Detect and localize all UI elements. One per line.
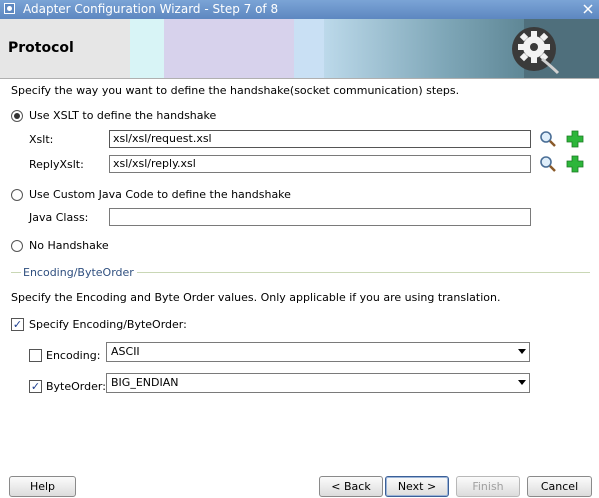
cancel-button[interactable]: Cancel: [527, 476, 592, 497]
xsl-search-icon[interactable]: [539, 130, 557, 148]
xslt-option-label[interactable]: Use XSLT to define the handshake: [29, 109, 216, 122]
reply-xsl-search-icon[interactable]: [539, 155, 557, 173]
encoding-checkbox[interactable]: [29, 349, 42, 362]
binary-decoration: [390, 41, 470, 55]
next-button[interactable]: Next >: [385, 476, 449, 497]
back-button[interactable]: < Back: [319, 476, 383, 497]
help-button[interactable]: Help: [9, 476, 76, 497]
window-title-bar[interactable]: Adapter Configuration Wizard - Step 7 of…: [0, 0, 599, 19]
java-class-label: Java Class:: [29, 211, 89, 224]
section-divider-right: [137, 272, 590, 273]
no-handshake-radio[interactable]: [11, 240, 23, 252]
encoding-description: Specify the Encoding and Byte Order valu…: [11, 291, 501, 304]
byteorder-checkbox[interactable]: ✓: [29, 380, 42, 393]
byteorder-label[interactable]: ByteOrder:: [46, 380, 106, 393]
xsl-input[interactable]: xsl/xsl/request.xsl: [109, 130, 531, 148]
gear-plug-icon: [508, 23, 560, 75]
no-handshake-label[interactable]: No Handshake: [29, 239, 109, 252]
byteorder-select-value: BIG_ENDIAN: [111, 376, 179, 389]
encoding-label[interactable]: Encoding:: [46, 349, 100, 362]
section-divider-left: [11, 272, 21, 273]
reply-xsl-add-icon[interactable]: [566, 155, 584, 173]
chevron-down-icon[interactable]: [518, 380, 526, 385]
reply-xsl-input[interactable]: xsl/xsl/reply.xsl: [109, 155, 531, 173]
reply-xsl-label: ReplyXslt:: [29, 158, 84, 171]
specify-encoding-checkbox[interactable]: ✓: [11, 318, 24, 331]
byteorder-select[interactable]: BIG_ENDIAN: [106, 373, 530, 393]
xsl-label: Xslt:: [29, 133, 54, 146]
instruction-text: Specify the way you want to define the h…: [11, 84, 460, 97]
specify-encoding-label[interactable]: Specify Encoding/ByteOrder:: [29, 318, 187, 331]
window-title: Adapter Configuration Wizard - Step 7 of…: [23, 2, 279, 16]
java-radio[interactable]: [11, 189, 23, 201]
xsl-add-icon[interactable]: [566, 130, 584, 148]
encoding-section-title: Encoding/ByteOrder: [23, 266, 134, 279]
encoding-select[interactable]: ASCII: [106, 342, 530, 362]
page-title: Protocol: [8, 40, 74, 56]
java-class-input[interactable]: [109, 208, 531, 226]
xslt-radio[interactable]: [11, 110, 23, 122]
chevron-down-icon[interactable]: [518, 349, 526, 354]
close-icon[interactable]: [582, 3, 594, 15]
finish-button: Finish: [456, 476, 520, 497]
java-option-label[interactable]: Use Custom Java Code to define the hands…: [29, 188, 291, 201]
encoding-select-value: ASCII: [111, 345, 140, 358]
window-menu-icon[interactable]: [4, 3, 15, 14]
wizard-header-banner: Protocol: [0, 19, 599, 79]
